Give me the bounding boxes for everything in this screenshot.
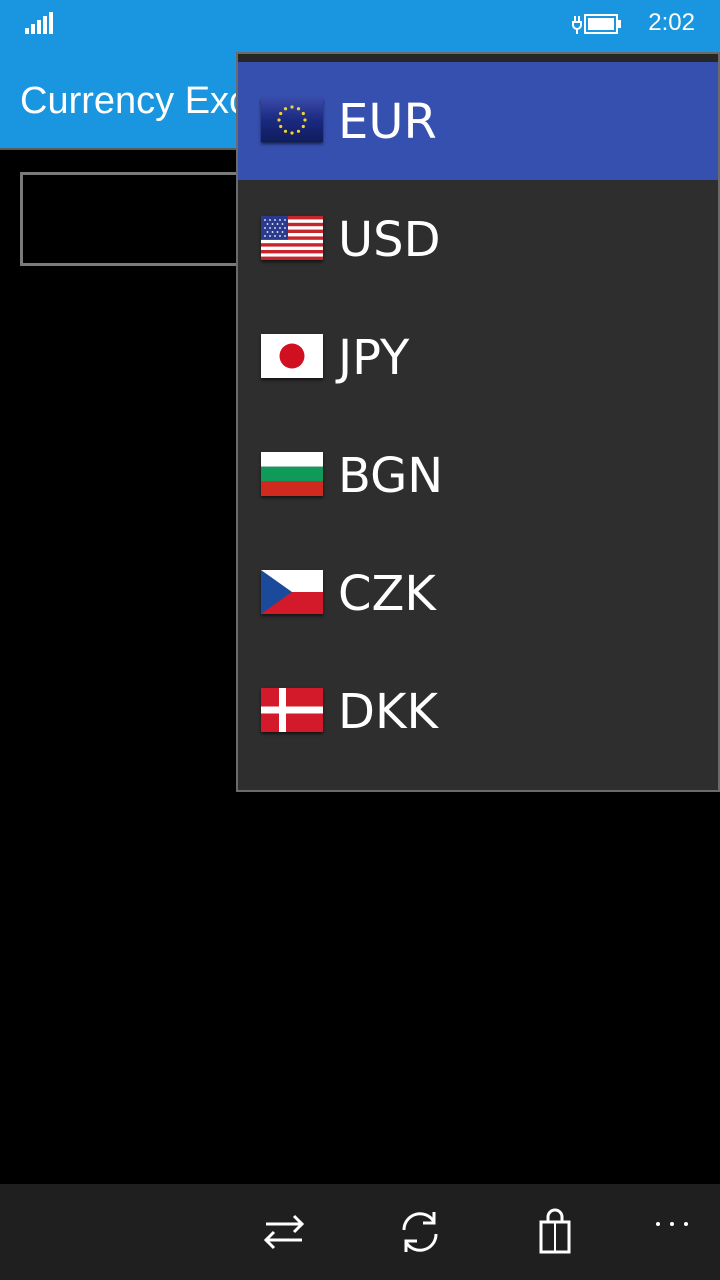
denmark-flag-icon: [261, 688, 323, 732]
currency-option-bgn[interactable]: BGN: [238, 416, 718, 534]
refresh-icon[interactable]: [396, 1208, 444, 1256]
app-bar: [0, 1184, 720, 1280]
currency-code: USD: [338, 212, 441, 268]
currency-code: JPY: [338, 330, 410, 386]
currency-code: BGN: [338, 448, 444, 504]
currency-code: EUR: [338, 94, 437, 150]
currency-code: CZK: [338, 566, 436, 622]
more-icon[interactable]: [654, 1214, 690, 1234]
bulgaria-flag-icon: [261, 452, 323, 496]
status-time: 2:02: [648, 9, 695, 36]
page-title: Currency Exc: [20, 80, 249, 122]
currency-dropdown-list: EUR USD JPY BGN CZK DKK: [236, 52, 720, 792]
swap-icon[interactable]: [260, 1208, 308, 1256]
battery-charging-icon: [571, 12, 623, 36]
signal-strength-icon: [25, 12, 59, 34]
status-bar: 2:02: [0, 0, 720, 50]
czech-flag-icon: [261, 570, 323, 614]
store-bag-icon[interactable]: [531, 1208, 579, 1256]
currency-code: DKK: [338, 684, 438, 740]
japan-flag-icon: [261, 334, 323, 378]
currency-option-jpy[interactable]: JPY: [238, 298, 718, 416]
currency-option-czk[interactable]: CZK: [238, 534, 718, 652]
amount-input[interactable]: [20, 172, 260, 266]
currency-option-eur[interactable]: EUR: [238, 62, 718, 180]
currency-option-dkk[interactable]: DKK: [238, 652, 718, 770]
us-flag-icon: [261, 216, 323, 260]
eu-flag-icon: [261, 98, 323, 142]
currency-option-usd[interactable]: USD: [238, 180, 718, 298]
